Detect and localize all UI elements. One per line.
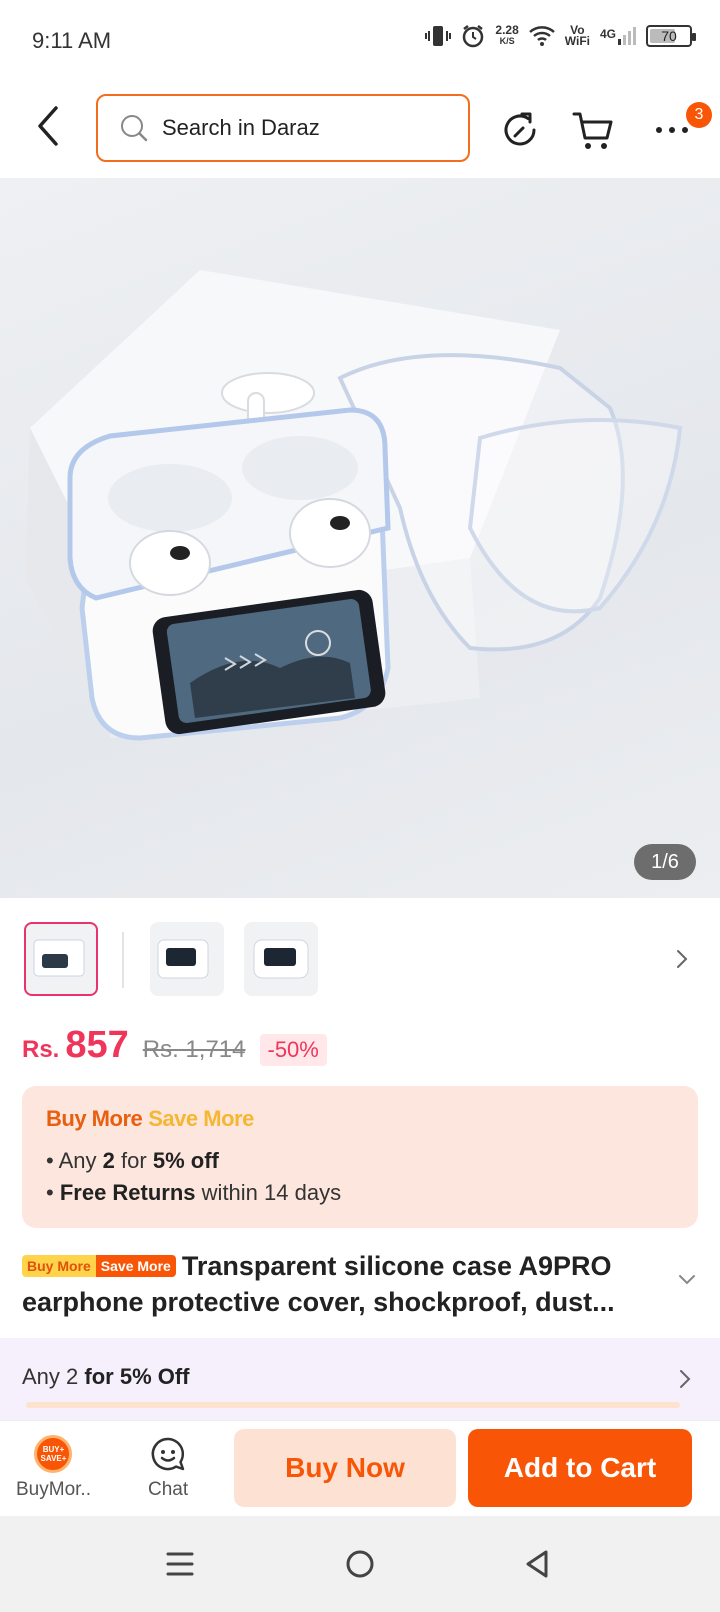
product-title: Buy More Save More Transparent silicone ca… (22, 1248, 662, 1320)
alarm-icon (463, 25, 484, 48)
price-original: Rs. 1,714 (142, 1036, 246, 1063)
buymore-badge-icon: BUY+ SAVE+ (34, 1435, 73, 1473)
vibrate-icon (425, 26, 452, 46)
chat-icon (151, 1437, 185, 1471)
promo-any: Any (58, 1148, 97, 1173)
thumbnail-2[interactable] (150, 922, 224, 996)
buy-now-button[interactable]: Buy Now (234, 1429, 456, 1507)
bottom-action-bar: BUY+ SAVE+ BuyMor.. Chat Buy Now Add to … (0, 1420, 720, 1516)
deal-text: Any 2 for 5% Off (22, 1364, 190, 1390)
buy-more-save-more-tag: Buy More Save More (22, 1255, 176, 1277)
add-to-cart-button[interactable]: Add to Cart (468, 1429, 692, 1507)
buymore-badge-bottom: SAVE+ (40, 1454, 67, 1463)
chevron-right-icon[interactable] (672, 946, 692, 972)
menu-icon[interactable] (160, 1544, 200, 1584)
promo-title-buy-more: Buy More (46, 1106, 143, 1131)
net-speed: 2.28 K/S (495, 23, 519, 47)
search-icon (121, 115, 148, 142)
search-input[interactable]: Search in Daraz (96, 94, 470, 162)
promo-returns-days: within 14 days (201, 1180, 342, 1205)
promo-title-save-more: Save More (148, 1106, 254, 1131)
discount-badge: -50% (259, 1034, 327, 1066)
home-icon[interactable] (340, 1544, 380, 1584)
thumbnail-strip (0, 898, 720, 1024)
battery-icon: 70 (646, 25, 696, 47)
product-title-block: Buy More Save More Transparent silicone ca… (22, 1248, 662, 1320)
vowifi-label: Vo WiFi (564, 24, 590, 48)
battery-level: 70 (661, 28, 677, 44)
net-speed-value: 2.28 (495, 23, 519, 37)
thumbnail-1[interactable] (24, 922, 98, 996)
share-icon[interactable] (498, 108, 542, 152)
more-badge: 3 (686, 102, 712, 128)
signal-icon: 4G (600, 27, 636, 45)
deal-progress-bar (26, 1402, 680, 1408)
promo-card[interactable]: Buy More Save More • Any 2 for 5% off • F… (22, 1086, 698, 1228)
promo-line-discount: • Any 2 for 5% off (46, 1148, 219, 1173)
promo-free-returns: Free Returns (59, 1180, 196, 1205)
buymore-label: BuyMor.. (16, 1479, 91, 1500)
promo-off: 5% off (152, 1148, 219, 1173)
wifi-icon (528, 26, 555, 46)
tag-save-more: Save More (95, 1255, 176, 1277)
price-current: 857 (65, 1024, 129, 1066)
promo-qty: 2 (102, 1148, 115, 1173)
status-bar: 9:11 AM 2.28 K/S Vo WiFi 4G 70 (0, 0, 720, 80)
buymore-badge-top: BUY+ (42, 1445, 65, 1454)
search-placeholder: Search in Daraz (162, 115, 320, 140)
deal-bar[interactable]: Any 2 for 5% Off (0, 1338, 720, 1420)
status-icons: 2.28 K/S Vo WiFi 4G 70 (425, 23, 696, 48)
thumbnail-3[interactable] (244, 922, 318, 996)
promo-line-returns: • Free Returns within 14 days (46, 1180, 342, 1205)
chevron-right-icon (680, 1370, 691, 1388)
net-speed-unit: K/S (499, 36, 515, 46)
back-icon[interactable] (518, 1544, 558, 1584)
promo-title: Buy More Save More (46, 1106, 254, 1132)
status-time: 9:11 AM (32, 28, 112, 53)
buymore-button[interactable]: BUY+ SAVE+ BuyMor.. (16, 1435, 91, 1501)
tag-buy-more: Buy More (22, 1255, 96, 1277)
thumbnail-divider (122, 932, 124, 988)
system-nav-bar (0, 1516, 720, 1612)
chat-label: Chat (148, 1479, 189, 1500)
chat-button[interactable]: Chat (148, 1435, 188, 1501)
network-type: 4G (599, 27, 616, 41)
cart-icon[interactable] (572, 108, 616, 152)
chevron-down-icon[interactable] (678, 1274, 696, 1286)
image-page-indicator: 1/6 (634, 844, 696, 880)
top-header: Search in Daraz 3 (0, 80, 720, 178)
promo-for: for (121, 1148, 147, 1173)
back-arrow-icon[interactable] (28, 100, 72, 152)
deal-any-2: Any 2 (22, 1364, 79, 1389)
price-row: Rs. 857 Rs. 1,714 -50% (22, 1024, 327, 1084)
product-photo (25, 270, 683, 741)
price-currency: Rs. (22, 1036, 60, 1063)
vowifi-bottom: WiFi (564, 34, 590, 48)
product-image[interactable]: 1/6 (0, 178, 720, 898)
deal-discount: for 5% Off (84, 1364, 190, 1389)
